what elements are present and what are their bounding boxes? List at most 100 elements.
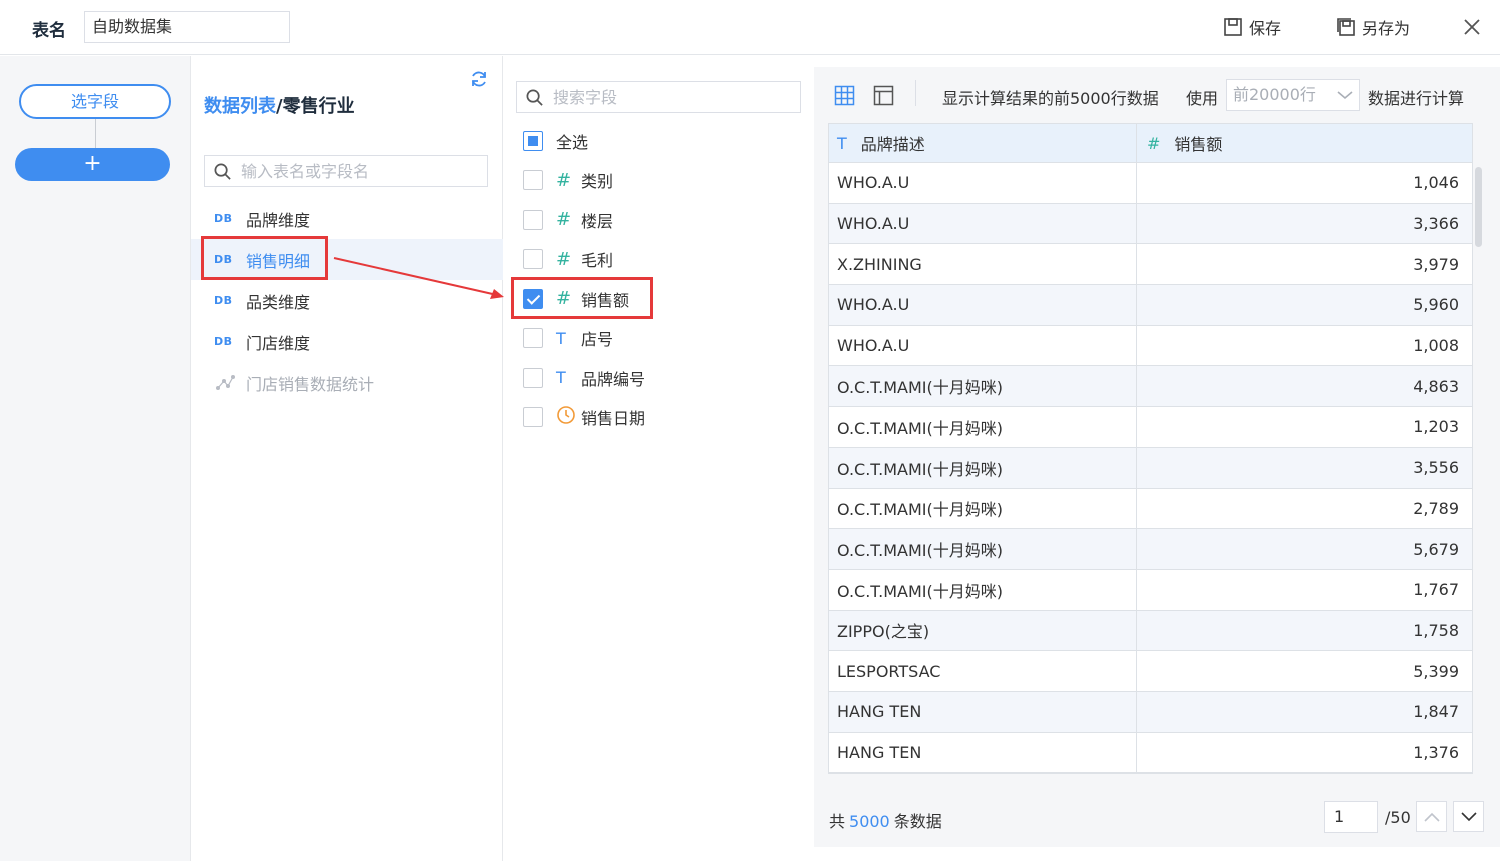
table-row[interactable]: LESPORTSAC 5,399 [829,651,1472,692]
sales-cell: 1,046 [1413,173,1459,193]
total-pages: /50 [1385,808,1411,827]
field-search-input[interactable] [553,87,753,107]
table-item-category-dimension[interactable]: DB 品类维度 [191,280,503,321]
brand-cell: HANG TEN [829,732,1137,773]
table-row[interactable]: WHO.A.U 5,960 [829,285,1472,326]
page-number-input[interactable]: 1 [1324,801,1378,833]
table-row[interactable]: ZIPPO(之宝) 1,758 [829,610,1472,652]
number-type-icon: # [1147,133,1161,153]
preview-info-text: 显示计算结果的前5000行数据 [942,89,1159,108]
number-type-icon: # [556,288,572,310]
number-type-icon: # [556,209,572,231]
layout-view-icon[interactable] [873,85,894,106]
next-page-button[interactable] [1453,801,1484,832]
table-item-store-sales-stats[interactable]: 门店销售数据统计 [191,362,503,403]
table-view-icon[interactable] [834,85,855,106]
field-search-box[interactable] [516,81,801,113]
sales-cell: 5,399 [1413,661,1459,681]
table-item-store-dimension[interactable]: DB 门店维度 [191,321,503,362]
save-as-button[interactable]: 另存为 [1336,15,1410,39]
field-item-store-no[interactable]: T 店号 [504,319,814,359]
table-item-label: 门店维度 [246,333,311,353]
table-item-label: 品类维度 [246,292,311,312]
sales-cell: 1,376 [1413,742,1459,762]
table-row[interactable]: X.ZHINING 3,979 [829,244,1472,286]
field-item-category[interactable]: # 类别 [504,161,814,201]
add-step-button[interactable]: + [15,148,170,181]
field-item-floor[interactable]: # 楼层 [504,200,814,240]
table-item-label: 门店销售数据统计 [246,374,375,394]
field-item-brand-code[interactable]: T 品牌编号 [504,358,814,398]
prev-page-button[interactable] [1416,801,1447,832]
table-row[interactable]: WHO.A.U 3,366 [829,203,1472,245]
field-checkbox[interactable] [523,328,543,349]
select-all-label: 全选 [556,132,589,152]
pagination-footer: 共 5000 条数据 1 /50 [814,797,1500,837]
brand-cell: O.C.T.MAMI(十月妈咪) [829,569,1137,610]
calc-rows-select[interactable]: 前20000行 [1226,79,1360,111]
table-item-label: 品牌维度 [246,210,311,230]
select-all-row[interactable]: 全选 [504,121,814,161]
table-search-input[interactable] [241,161,441,181]
text-type-icon: T [837,133,847,153]
table-row[interactable]: HANG TEN 1,847 [829,691,1472,733]
breadcrumb-root[interactable]: 数据列表 [204,96,276,117]
database-icon: DB [214,212,233,225]
table-row[interactable]: O.C.T.MAMI(十月妈咪) 4,863 [829,366,1472,408]
select-all-checkbox[interactable] [523,130,543,151]
column-header-brand[interactable]: T 品牌描述 [829,124,1137,162]
table-body: WHO.A.U 1,046 WHO.A.U 3,366 X.ZHINING 3,979 WH… [829,163,1472,773]
field-label: 类别 [581,172,614,192]
step-panel: 选字段 + [0,56,191,861]
column-header-label: 销售额 [1174,135,1223,154]
table-row[interactable]: O.C.T.MAMI(十月妈咪) 1,203 [829,407,1472,448]
number-type-icon: # [556,248,572,270]
select-fields-step[interactable]: 选字段 [19,84,171,119]
field-checkbox[interactable] [523,170,543,191]
field-checkbox[interactable] [523,209,543,230]
column-header-label: 品牌描述 [860,135,925,154]
table-row[interactable]: O.C.T.MAMI(十月妈咪) 5,679 [829,529,1472,570]
brand-cell: O.C.T.MAMI(十月妈咪) [829,366,1137,407]
table-row[interactable]: O.C.T.MAMI(十月妈咪) 3,556 [829,447,1472,489]
step-connector [95,119,96,149]
field-checkbox[interactable] [523,407,543,428]
save-button[interactable]: 保存 [1223,15,1281,39]
search-icon [526,89,543,106]
data-preview-panel: 显示计算结果的前5000行数据 使用 前20000行 数据进行计算 T 品牌描述… [814,67,1500,847]
calc-suffix-text: 数据进行计算 [1368,89,1465,108]
brand-cell: O.C.T.MAMI(十月妈咪) [829,407,1137,447]
table-name-input[interactable]: 自助数据集 [84,11,290,43]
table-row[interactable]: WHO.A.U 1,008 [829,325,1472,367]
breadcrumb-current: 零售行业 [282,96,355,117]
sales-cell: 4,863 [1413,376,1459,396]
close-icon[interactable] [1462,17,1482,37]
column-header-sales[interactable]: # 销售额 [1137,124,1472,162]
table-item-brand-dimension[interactable]: DB 品牌维度 [191,198,503,239]
database-icon: DB [214,335,233,348]
field-item-sales-date[interactable]: 销售日期 [504,398,814,438]
brand-cell: HANG TEN [829,691,1137,732]
total-suffix: 条数据 [893,812,942,831]
sales-cell: 3,556 [1413,458,1459,478]
vertical-scrollbar[interactable] [1475,167,1482,247]
field-label: 品牌编号 [581,369,646,389]
field-checkbox[interactable] [523,249,543,270]
table-search-box[interactable] [204,155,488,187]
table-row[interactable]: O.C.T.MAMI(十月妈咪) 1,767 [829,569,1472,611]
table-row[interactable]: O.C.T.MAMI(十月妈咪) 2,789 [829,488,1472,530]
field-item-sales-amount[interactable]: # 销售额 [504,279,814,319]
total-count-text: 共 5000 条数据 [829,808,942,832]
field-checkbox-checked[interactable] [523,288,543,309]
save-as-label: 另存为 [1362,19,1411,38]
table-item-sales-detail[interactable]: DB 销售明细 [191,239,503,280]
sales-cell: 2,789 [1413,498,1459,518]
calc-rows-value: 前20000行 [1233,85,1316,104]
table-row[interactable]: HANG TEN 1,376 [829,732,1472,773]
sales-cell: 3,366 [1413,214,1459,234]
refresh-icon[interactable] [469,69,489,89]
field-checkbox[interactable] [523,367,543,388]
brand-cell: O.C.T.MAMI(十月妈咪) [829,529,1137,569]
table-row[interactable]: WHO.A.U 1,046 [829,163,1472,204]
field-item-gross-profit[interactable]: # 毛利 [504,240,814,280]
